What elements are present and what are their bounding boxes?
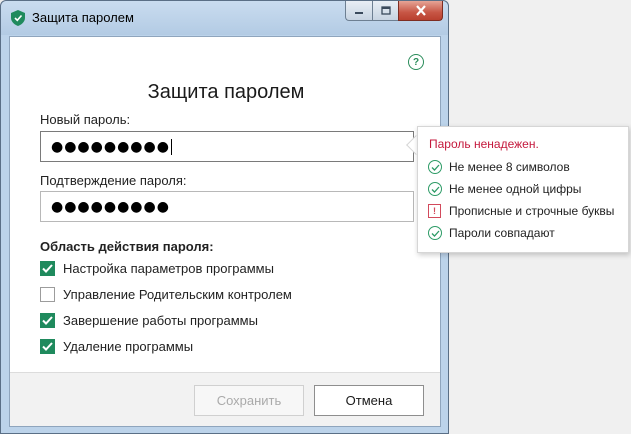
cancel-button[interactable]: Отмена (314, 385, 424, 416)
new-password-label: Новый пароль: (40, 112, 131, 127)
checkbox-checked[interactable] (40, 313, 55, 328)
scope-item-parental-control[interactable]: Управление Родительским контролем (40, 287, 292, 302)
rule-text: Не менее одной цифры (449, 182, 582, 196)
rule-text: Не менее 8 символов (449, 160, 570, 174)
title-bar[interactable]: Защита паролем (1, 1, 448, 35)
check-circle-icon (428, 182, 442, 196)
password-scope-label: Область действия пароля: (40, 239, 214, 254)
confirm-password-label: Подтверждение пароля: (40, 173, 187, 188)
scope-item-label: Настройка параметров программы (63, 261, 274, 276)
rule-text: Пароли совпадают (449, 226, 555, 240)
text-caret (170, 139, 172, 155)
rule-text: Прописные и строчные буквы (449, 204, 615, 218)
dialog-footer: Сохранить Отмена (10, 372, 440, 426)
checkbox-checked[interactable] (40, 261, 55, 276)
scope-item-label: Управление Родительским контролем (63, 287, 292, 302)
scope-item-exit-program[interactable]: Завершение работы программы (40, 313, 258, 328)
rule-min-length: Не менее 8 символов (428, 160, 570, 174)
password-protection-window: Защита паролем ? Защита паролем Новый па… (0, 0, 449, 434)
confirm-password-value: ●●●●●●●●● (51, 199, 170, 215)
help-symbol: ? (412, 56, 420, 68)
question-circle-icon[interactable]: ? (408, 54, 424, 70)
dialog-client-area: ? Защита паролем Новый пароль: ●●●●●●●●●… (9, 36, 441, 427)
scope-item-label: Завершение работы программы (63, 313, 258, 328)
window-controls (345, 1, 443, 21)
checkmark-icon (42, 342, 53, 351)
maximize-icon (380, 6, 391, 15)
scope-item-label: Удаление программы (63, 339, 194, 354)
minimize-button[interactable] (345, 1, 372, 21)
window-title: Защита паролем (32, 10, 134, 25)
checkbox-unchecked[interactable] (40, 287, 55, 302)
check-circle-icon (428, 226, 442, 240)
exclamation-box-icon: ! (428, 204, 441, 218)
checkbox-checked[interactable] (40, 339, 55, 354)
tooltip-title: Пароль ненадежен. (429, 137, 539, 151)
maximize-button[interactable] (372, 1, 398, 21)
rule-mixed-case: ! Прописные и строчные буквы (428, 204, 614, 218)
checkmark-icon (42, 316, 53, 325)
rule-digit: Не менее одной цифры (428, 182, 581, 196)
new-password-input[interactable]: ●●●●●●●●● (40, 131, 414, 162)
minimize-icon (355, 11, 363, 14)
kaspersky-shield-icon (11, 10, 25, 26)
scope-item-settings[interactable]: Настройка параметров программы (40, 261, 274, 276)
close-icon (415, 5, 426, 16)
confirm-password-input[interactable]: ●●●●●●●●● (40, 191, 414, 222)
dialog-heading: Защита паролем (147, 81, 305, 103)
checkmark-icon (42, 264, 53, 273)
new-password-value: ●●●●●●●●● (51, 139, 170, 155)
save-button[interactable]: Сохранить (194, 385, 304, 416)
check-circle-icon (428, 160, 442, 174)
close-button[interactable] (398, 1, 443, 21)
password-strength-tooltip: Пароль ненадежен. Не менее 8 символов Не… (417, 126, 629, 253)
scope-item-uninstall[interactable]: Удаление программы (40, 339, 193, 354)
rule-passwords-match: Пароли совпадают (428, 226, 555, 240)
